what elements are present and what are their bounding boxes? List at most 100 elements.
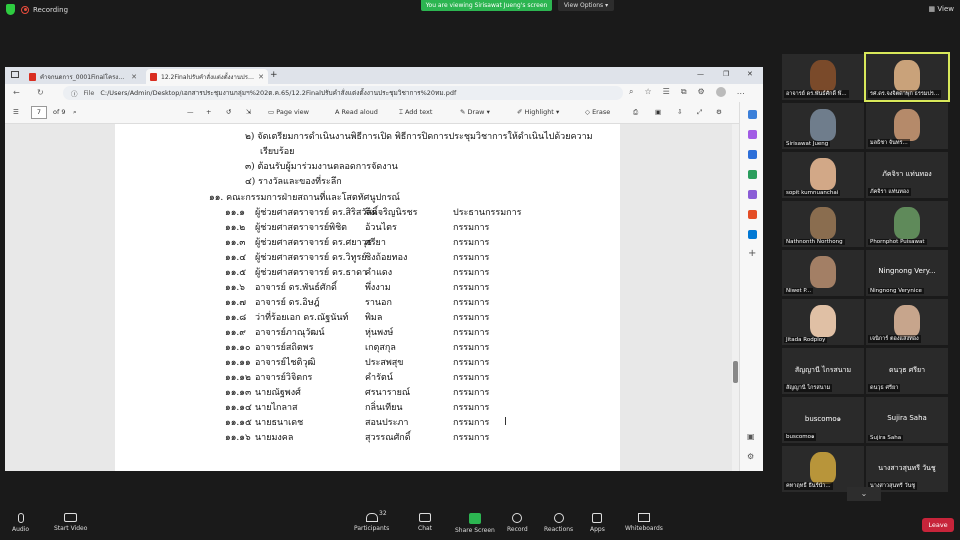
fullscreen-icon[interactable]: ⤢ [697,108,702,117]
record-button[interactable]: Record [507,513,528,533]
participant-tile[interactable]: Phornphot Puisawat [866,201,948,247]
chevron-down-icon[interactable]: ⌄ [847,487,881,501]
refresh-icon[interactable]: ↻ [37,88,44,97]
start-video-button[interactable]: Start Video [54,513,87,532]
apps-button[interactable]: Apps [590,513,605,533]
participant-tile[interactable]: เจนิการ์ ตองแสงทอง [866,299,948,345]
contents-icon[interactable]: ☰ [13,108,19,116]
participant-tile[interactable]: sopit kumnuanchai [782,152,864,198]
participants-count: 32 [379,510,387,517]
more-icon[interactable]: … [737,87,745,97]
outlook-icon[interactable] [748,230,757,239]
participant-tile[interactable]: Nathnonth Northong [782,201,864,247]
rotate-icon[interactable]: ↺ [226,108,231,116]
participant-tile[interactable]: รศ.ดร.จงจิตดาพุก ธรรมปร... [864,52,950,102]
extensions-icon[interactable]: ⚙ [698,87,705,97]
reactions-button[interactable]: Reactions [544,513,573,533]
close-icon[interactable]: ✕ [258,73,264,81]
participant-tile[interactable]: ภัคจิรา แท่นทอง ภัคจิรา แท่นทอง [866,152,948,198]
participant-tile[interactable]: Ningnong Very... Ningnong Verynice [866,250,948,296]
collections-icon[interactable]: ⧉ [681,87,687,97]
page-number-input[interactable]: 7 [31,106,47,119]
participant-tile[interactable]: อาจารย์ ดร.พันธ์ศักดิ์ พึ่... [782,54,864,100]
sidebar-toggle-icon[interactable]: ▣ [747,432,755,441]
member-no: ๑๑.๖ [225,283,245,293]
add-text-button[interactable]: ⌶ Add text [399,108,432,117]
office-icon[interactable] [748,210,757,219]
erase-label: Erase [592,108,611,116]
favorites-icon[interactable]: ☰ [663,87,670,97]
participant-tile[interactable]: สัญญานี ไกรสนาม สัญญานี ไกรสนาม [782,348,864,394]
participant-name: Sirisawat Jueng [784,141,831,147]
pdf-viewport[interactable]: ๒) จัดเตรียมการดำเนินงานพิธีการเปิด พิธี… [5,124,739,471]
participant-tile[interactable]: มลธิชา จันทร... [866,103,948,149]
star-icon[interactable]: ☆ [644,87,651,97]
record-label: Record [507,526,528,533]
search-icon[interactable]: ⌕ [73,108,77,117]
participant-display-name: Ningnong Very... [878,267,936,275]
participant-tile[interactable]: Niwet P... [782,250,864,296]
view-options-button[interactable]: View Options ▾ [558,0,614,11]
url-field[interactable]: ⓘ File C:/Users/Admin/Desktop/เอกสารประช… [63,86,623,100]
minimize-icon[interactable]: — [697,70,704,78]
page-view-button[interactable]: ▭ Page view [268,108,309,116]
recording-label: Recording [33,5,69,14]
chat-icon [419,513,432,522]
new-tab-icon[interactable]: + [270,70,278,80]
read-aloud-button[interactable]: A Read aloud [335,108,378,116]
copilot-icon[interactable] [748,130,757,139]
zoom-in-icon[interactable]: + [206,108,211,116]
draw-button[interactable]: ✎ Draw ▾ [460,108,490,116]
recording-indicator[interactable]: Recording [21,5,69,14]
games-icon[interactable] [748,190,757,199]
maximize-icon[interactable]: ❐ [723,70,729,78]
participant-tile[interactable]: นางสาวสุนทรี วันชู นางสาวสุนทรี วันชู [866,446,948,492]
participant-tile[interactable]: Jitada Rodploy [782,299,864,345]
close-window-icon[interactable]: ✕ [747,70,753,78]
leave-button[interactable]: Leave [922,518,954,532]
tag-icon[interactable] [748,150,757,159]
member-no: ๑๑.๑๐ [225,343,251,353]
member-no: ๑๑.๕ [225,268,247,278]
print-icon[interactable]: ⎙ [633,108,638,117]
shield-icon[interactable] [6,4,15,15]
member-role: กรรมการ [453,328,490,338]
view-button[interactable]: ▦ View [929,5,954,13]
zoom-out-icon[interactable]: — [187,108,194,116]
share-screen-button[interactable]: Share Screen [455,513,495,534]
fit-icon[interactable]: ⇲ [246,108,251,116]
vertical-scrollbar[interactable] [732,124,739,471]
tools-icon[interactable] [748,170,757,179]
mouse-cursor [505,417,511,425]
erase-button[interactable]: ◇ Erase [585,108,610,116]
highlight-button[interactable]: ✐ Highlight ▾ [517,108,559,116]
participant-tile[interactable]: Sirisawat Jueng [782,103,864,149]
settings-icon[interactable]: ⚙ [747,452,754,461]
window-menu-icon[interactable] [11,71,19,78]
participant-name: ดนวุธ ศรียา [868,384,901,392]
participant-tile[interactable]: ดนวุธ ศรียา ดนวุธ ศรียา [866,348,948,394]
whiteboards-button[interactable]: Whiteboards [625,513,663,532]
save-icon[interactable]: ▣ [655,108,661,116]
zoom-lens-icon[interactable]: ⌕ [629,87,633,97]
tab-2[interactable]: 12.2Finalปรับคำสั่งแต่งตั้งงานประชุม/ก ✕ [146,69,268,84]
scrollbar-thumb[interactable] [733,361,738,383]
settings-icon[interactable]: ⚙ [716,108,722,116]
member-no: ๑๑.๑๒ [225,373,251,383]
save-as-icon[interactable]: ⇩ [677,108,682,116]
back-icon[interactable]: ← [13,88,20,97]
search-icon[interactable] [748,110,757,119]
apps-icon [592,513,603,523]
profile-avatar[interactable] [715,87,726,97]
add-icon[interactable]: + [748,248,756,259]
audio-button[interactable]: Audio [12,513,29,533]
close-icon[interactable]: ✕ [131,73,137,81]
tab-1[interactable]: คำจกนดการ_0001Finalโครงการประชุม ✕ [25,69,141,84]
participant-tile[interactable]: buscomo๑ buscomo๑ [782,397,864,443]
participant-tile[interactable]: Sujira Saha Sujira Saha [866,397,948,443]
chat-button[interactable]: Chat [418,513,432,532]
member-surname: เกตุสกุล [365,343,396,353]
participant-name: Niwet P... [784,288,814,294]
video-off-icon [64,513,78,522]
participant-tile[interactable]: คทาฤทธิ์ ธีนร์นำ... [782,446,864,492]
